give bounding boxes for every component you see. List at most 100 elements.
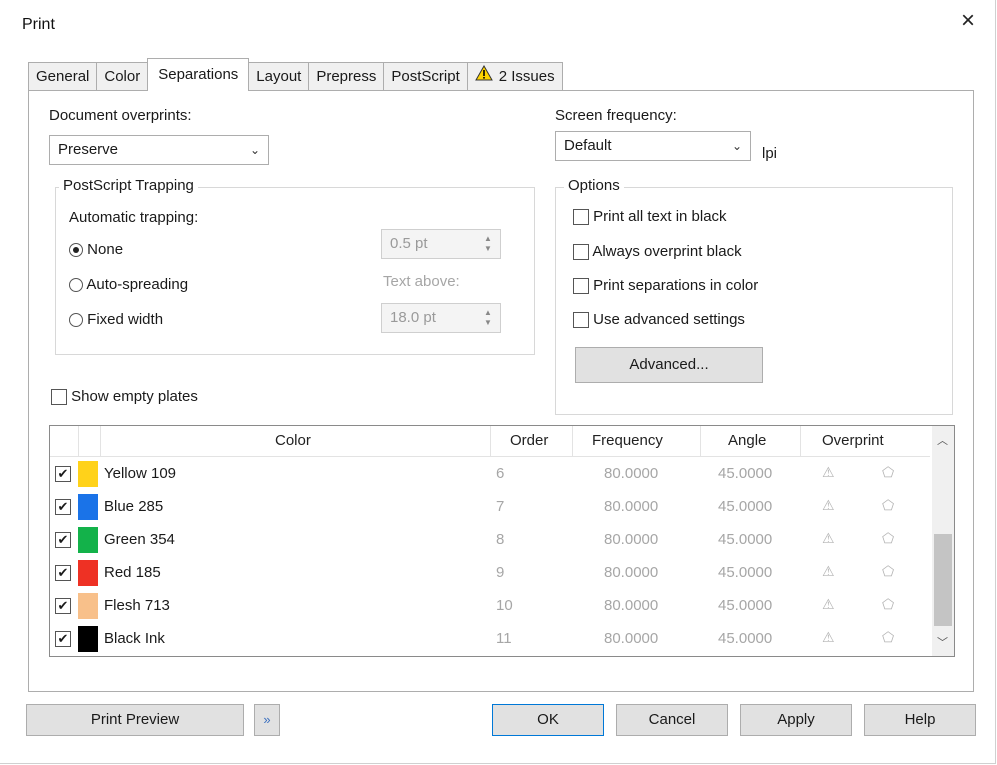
dialog-title: Print xyxy=(22,16,55,33)
document-overprints-select[interactable]: Preserve ⌄ xyxy=(49,135,269,165)
color-swatch xyxy=(78,494,98,520)
checkbox-print-separations-color[interactable]: Print separations in color xyxy=(573,277,758,295)
frequency-cell: 80.0000 xyxy=(604,465,659,482)
row-checkbox[interactable]: ✔ xyxy=(55,565,71,581)
overprint-text-icon[interactable]: ⚠ xyxy=(822,464,835,481)
order-cell: 11 xyxy=(496,630,512,647)
angle-cell: 45.0000 xyxy=(718,498,773,515)
tab-issues[interactable]: 2 Issues xyxy=(466,62,563,91)
row-checkbox[interactable]: ✔ xyxy=(55,532,71,548)
row-checkbox[interactable]: ✔ xyxy=(55,499,71,515)
column-divider xyxy=(572,426,573,456)
close-icon[interactable]: × xyxy=(953,6,983,36)
spinner-arrows-icon[interactable]: ▲ ▼ xyxy=(484,234,494,254)
apply-button[interactable]: Apply xyxy=(740,704,852,736)
overprint-graphics-icon[interactable]: ⬠ xyxy=(882,497,894,514)
ok-button[interactable]: OK xyxy=(492,704,604,736)
color-swatch xyxy=(78,626,98,652)
table-row[interactable]: ✔ Flesh 713 10 80.0000 45.0000 ⚠ ⬠ xyxy=(50,590,930,623)
overprint-text-icon[interactable]: ⚠ xyxy=(822,629,835,646)
table-row[interactable]: ✔ Blue 285 7 80.0000 45.0000 ⚠ ⬠ xyxy=(50,491,930,524)
angle-cell: 45.0000 xyxy=(718,465,773,482)
table-row[interactable]: ✔ Red 185 9 80.0000 45.0000 ⚠ ⬠ xyxy=(50,557,930,590)
tab-prepress[interactable]: Prepress xyxy=(308,62,385,91)
overprint-text-icon[interactable]: ⚠ xyxy=(822,563,835,580)
color-swatch xyxy=(78,560,98,586)
overprint-graphics-icon[interactable]: ⬠ xyxy=(882,563,894,580)
table-header: Color Order Frequency Angle Overprint xyxy=(50,426,930,457)
print-dialog: Print × General Color Separations Layout… xyxy=(0,0,996,764)
column-header-angle[interactable]: Angle xyxy=(728,432,766,449)
text-above-value: 18.0 pt xyxy=(390,309,436,326)
order-cell: 6 xyxy=(496,465,505,482)
frequency-cell: 80.0000 xyxy=(604,564,659,581)
print-preview-button[interactable]: Print Preview xyxy=(26,704,244,736)
chevron-up-icon[interactable]: ︿ xyxy=(937,432,948,448)
screen-frequency-select[interactable]: Default ⌄ xyxy=(555,131,751,161)
column-header-color[interactable]: Color xyxy=(275,432,311,449)
table-row[interactable]: ✔ Yellow 109 6 80.0000 45.0000 ⚠ ⬠ xyxy=(50,458,930,491)
overprint-graphics-icon[interactable]: ⬠ xyxy=(882,464,894,481)
column-divider xyxy=(800,426,801,456)
row-checkbox[interactable]: ✔ xyxy=(55,598,71,614)
color-name: Flesh 713 xyxy=(104,597,170,614)
overprint-text-icon[interactable]: ⚠ xyxy=(822,596,835,613)
checkbox-always-overprint-black[interactable]: Always overprint black xyxy=(573,243,742,261)
vertical-scrollbar[interactable]: ︿ ﹀ xyxy=(932,426,954,656)
row-checkbox[interactable]: ✔ xyxy=(55,466,71,482)
column-header-overprint[interactable]: Overprint xyxy=(822,432,884,449)
table-row[interactable]: ✔ Black Ink 11 80.0000 45.0000 ⚠ ⬠ xyxy=(50,623,930,656)
mini-preview-icon[interactable]: » xyxy=(254,704,280,736)
checkbox-label: Print all text in black xyxy=(593,208,727,225)
order-cell: 8 xyxy=(496,531,505,548)
table-row[interactable]: ✔ Green 354 8 80.0000 45.0000 ⚠ ⬠ xyxy=(50,524,930,557)
document-overprints-label: Document overprints: xyxy=(49,107,192,124)
tab-separations[interactable]: Separations xyxy=(147,58,250,91)
checkbox-print-all-text-black[interactable]: Print all text in black xyxy=(573,208,727,226)
frequency-cell: 80.0000 xyxy=(604,498,659,515)
checkbox-show-empty-plates[interactable]: Show empty plates xyxy=(51,388,198,406)
chevron-down-icon[interactable]: ﹀ xyxy=(937,634,948,650)
angle-cell: 45.0000 xyxy=(718,564,773,581)
angle-cell: 45.0000 xyxy=(718,531,773,548)
overprint-graphics-icon[interactable]: ⬠ xyxy=(882,530,894,547)
tab-postscript[interactable]: PostScript xyxy=(383,62,468,91)
screen-frequency-value: Default xyxy=(564,137,612,154)
color-name: Red 185 xyxy=(104,564,161,581)
column-divider xyxy=(490,426,491,456)
overprint-graphics-icon[interactable]: ⬠ xyxy=(882,629,894,646)
checkbox-label: Use advanced settings xyxy=(593,311,745,328)
radio-fixed-width[interactable]: Fixed width xyxy=(69,311,163,328)
cancel-button[interactable]: Cancel xyxy=(616,704,728,736)
color-name: Green 354 xyxy=(104,531,175,548)
scrollbar-thumb[interactable] xyxy=(934,534,952,626)
tab-layout[interactable]: Layout xyxy=(248,62,310,91)
checkbox-use-advanced-settings[interactable]: Use advanced settings xyxy=(573,311,745,329)
overprint-text-icon[interactable]: ⚠ xyxy=(822,497,835,514)
overprint-graphics-icon[interactable]: ⬠ xyxy=(882,596,894,613)
row-checkbox[interactable]: ✔ xyxy=(55,631,71,647)
radio-none[interactable]: None xyxy=(69,241,123,258)
overprint-text-icon[interactable]: ⚠ xyxy=(822,530,835,547)
tab-general[interactable]: General xyxy=(28,62,98,91)
postscript-trapping-title: PostScript Trapping xyxy=(59,177,198,194)
radio-auto-spreading[interactable]: Auto-spreading xyxy=(69,276,188,293)
text-above-spinner[interactable]: 18.0 pt ▲ ▼ xyxy=(381,303,501,333)
separations-table: Color Order Frequency Angle Overprint ✔ … xyxy=(49,425,955,657)
column-header-order[interactable]: Order xyxy=(510,432,548,449)
frequency-cell: 80.0000 xyxy=(604,630,659,647)
lpi-unit-label: lpi xyxy=(762,145,778,162)
spread-width-spinner[interactable]: 0.5 pt ▲ ▼ xyxy=(381,229,501,259)
color-swatch xyxy=(78,461,98,487)
help-button[interactable]: Help xyxy=(864,704,976,736)
radio-auto-spreading-label: Auto-spreading xyxy=(86,276,189,293)
column-divider xyxy=(100,426,101,456)
column-header-frequency[interactable]: Frequency xyxy=(592,432,663,449)
radio-button xyxy=(69,313,83,328)
screen-frequency-label: Screen frequency: xyxy=(555,107,677,124)
spinner-arrows-icon[interactable]: ▲ ▼ xyxy=(484,308,494,328)
angle-cell: 45.0000 xyxy=(718,630,773,647)
frequency-cell: 80.0000 xyxy=(604,531,659,548)
advanced-button[interactable]: Advanced... xyxy=(575,347,763,383)
tab-color[interactable]: Color xyxy=(96,62,149,91)
